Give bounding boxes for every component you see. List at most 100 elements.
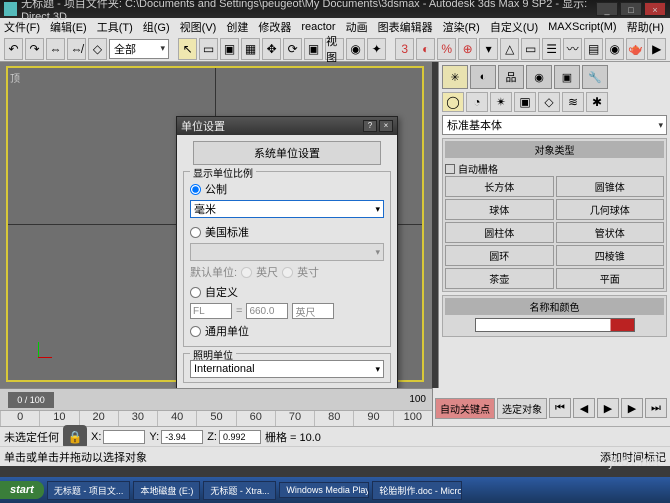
lights-button[interactable]: ✴ xyxy=(490,92,512,112)
systems-button[interactable]: ✱ xyxy=(586,92,608,112)
add-time-tag-button[interactable]: 添加时间标记 xyxy=(600,449,666,465)
select-name-button[interactable]: ▭ xyxy=(199,38,218,60)
snap-toggle-button[interactable]: 3 xyxy=(395,38,414,60)
menu-help[interactable]: 帮助(H) xyxy=(627,19,664,35)
lighting-dropdown[interactable]: International xyxy=(190,360,384,378)
quick-render-button[interactable]: ▶ xyxy=(647,38,666,60)
layer-button[interactable]: ☰ xyxy=(542,38,561,60)
radio-metric[interactable] xyxy=(190,184,201,195)
task-item[interactable]: Windows Media Player xyxy=(279,482,369,498)
align-button[interactable]: ▭ xyxy=(521,38,540,60)
spinner-snap-button[interactable]: ⊕ xyxy=(458,38,477,60)
named-sel-button[interactable]: ▾ xyxy=(479,38,498,60)
menu-view[interactable]: 视图(V) xyxy=(180,19,217,35)
radio-generic[interactable] xyxy=(190,326,201,337)
dialog-help-button[interactable]: ? xyxy=(363,120,377,132)
menu-edit[interactable]: 编辑(E) xyxy=(50,19,87,35)
menu-render[interactable]: 渲染(R) xyxy=(443,19,480,35)
bind-button[interactable]: ◇ xyxy=(88,38,107,60)
shapes-button[interactable]: ◔ xyxy=(466,92,488,112)
metric-dropdown[interactable]: 毫米 xyxy=(190,200,384,218)
minimize-button[interactable]: _ xyxy=(596,2,618,16)
menu-tools[interactable]: 工具(T) xyxy=(97,19,133,35)
auto-grid-checkbox[interactable] xyxy=(445,164,455,174)
btn-box[interactable]: 长方体 xyxy=(445,176,554,197)
menu-group[interactable]: 组(G) xyxy=(143,19,170,35)
btn-teapot[interactable]: 茶壶 xyxy=(445,268,554,289)
redo-button[interactable]: ↷ xyxy=(25,38,44,60)
btn-cone[interactable]: 圆锥体 xyxy=(556,176,665,197)
percent-snap-button[interactable]: % xyxy=(437,38,456,60)
play-button[interactable]: ▶ xyxy=(597,398,619,418)
menu-reactor[interactable]: reactor xyxy=(301,21,335,33)
primitive-set-dropdown[interactable]: 标准基本体 xyxy=(442,115,667,135)
move-button[interactable]: ✥ xyxy=(262,38,281,60)
goto-start-button[interactable]: ⏮ xyxy=(549,398,571,418)
mirror-button[interactable]: △ xyxy=(500,38,519,60)
select-object-button[interactable]: ↖ xyxy=(178,38,197,60)
btn-pyramid[interactable]: 四棱锥 xyxy=(556,245,665,266)
maximize-button[interactable]: □ xyxy=(620,2,642,16)
selected-target-dropdown[interactable]: 选定对象 xyxy=(497,398,547,419)
task-item[interactable]: 本地磁盘 (E:) xyxy=(133,481,200,500)
radio-custom[interactable] xyxy=(190,287,201,298)
tab-display[interactable]: ▣ xyxy=(554,65,580,89)
menu-file[interactable]: 文件(F) xyxy=(4,19,40,35)
undo-button[interactable]: ↶ xyxy=(4,38,23,60)
btn-plane[interactable]: 平面 xyxy=(556,268,665,289)
selection-filter-dropdown[interactable]: 全部 xyxy=(109,39,169,59)
menu-create[interactable]: 创建 xyxy=(226,19,248,35)
angle-snap-button[interactable]: ◐ xyxy=(416,38,435,60)
goto-end-button[interactable]: ⏭ xyxy=(645,398,667,418)
next-frame-button[interactable]: ▶ xyxy=(621,398,643,418)
radio-us[interactable] xyxy=(190,227,201,238)
window-crossing-button[interactable]: ▦ xyxy=(241,38,260,60)
btn-cylinder[interactable]: 圆柱体 xyxy=(445,222,554,243)
autokey-button[interactable]: 自动关键点 xyxy=(435,398,495,419)
menu-customize[interactable]: 自定义(U) xyxy=(490,19,538,35)
start-button[interactable]: start xyxy=(0,481,44,499)
time-slider[interactable]: 0 / 100 100 xyxy=(0,388,432,410)
tab-modify[interactable]: ◐ xyxy=(470,65,496,89)
material-button[interactable]: ◉ xyxy=(605,38,624,60)
system-unit-setup-button[interactable]: 系统单位设置 xyxy=(193,141,380,165)
rotate-button[interactable]: ⟳ xyxy=(283,38,302,60)
helpers-button[interactable]: ◇ xyxy=(538,92,560,112)
btn-sphere[interactable]: 球体 xyxy=(445,199,554,220)
time-slider-handle[interactable]: 0 / 100 xyxy=(8,392,54,408)
menu-modifier[interactable]: 修改器 xyxy=(258,19,291,35)
manipulate-button[interactable]: ✦ xyxy=(367,38,386,60)
pivot-button[interactable]: ◉ xyxy=(346,38,365,60)
task-item[interactable]: 无标题 - Xtra... xyxy=(203,481,276,500)
btn-torus[interactable]: 圆环 xyxy=(445,245,554,266)
schematic-button[interactable]: ▤ xyxy=(584,38,603,60)
ref-coord-button[interactable]: 视图 xyxy=(325,38,344,60)
tab-motion[interactable]: ◉ xyxy=(526,65,552,89)
unlink-button[interactable]: ⇎ xyxy=(67,38,86,60)
cameras-button[interactable]: ▣ xyxy=(514,92,536,112)
scale-button[interactable]: ▣ xyxy=(304,38,323,60)
tab-create[interactable]: ✳ xyxy=(442,65,468,89)
menu-maxscript[interactable]: MAXScript(M) xyxy=(548,21,616,33)
y-value[interactable]: -3.94 xyxy=(161,430,203,444)
dialog-close-button[interactable]: × xyxy=(379,120,393,132)
geometry-button[interactable]: ◯ xyxy=(442,92,464,112)
task-item[interactable]: 轮胎制作.doc - Micro... xyxy=(372,481,462,500)
select-region-button[interactable]: ▣ xyxy=(220,38,239,60)
tab-utilities[interactable]: 🔧 xyxy=(582,65,608,89)
object-color-swatch[interactable] xyxy=(475,318,635,332)
close-button[interactable]: × xyxy=(644,2,666,16)
link-button[interactable]: ⇔ xyxy=(46,38,65,60)
dialog-titlebar[interactable]: 单位设置 ? × xyxy=(177,117,397,135)
spacewarps-button[interactable]: ≋ xyxy=(562,92,584,112)
selection-lock-button[interactable]: 🔒 xyxy=(63,425,87,449)
menu-animation[interactable]: 动画 xyxy=(346,19,368,35)
prev-frame-button[interactable]: ◀ xyxy=(573,398,595,418)
btn-geosphere[interactable]: 几何球体 xyxy=(556,199,665,220)
render-scene-button[interactable]: 🫖 xyxy=(626,38,645,60)
menu-graph[interactable]: 图表编辑器 xyxy=(378,19,433,35)
task-item[interactable]: 无标题 - 项目文... xyxy=(47,481,131,500)
x-value[interactable] xyxy=(103,430,145,444)
curve-editor-button[interactable]: 〰 xyxy=(563,38,582,60)
z-value[interactable]: 0.992 xyxy=(219,430,261,444)
